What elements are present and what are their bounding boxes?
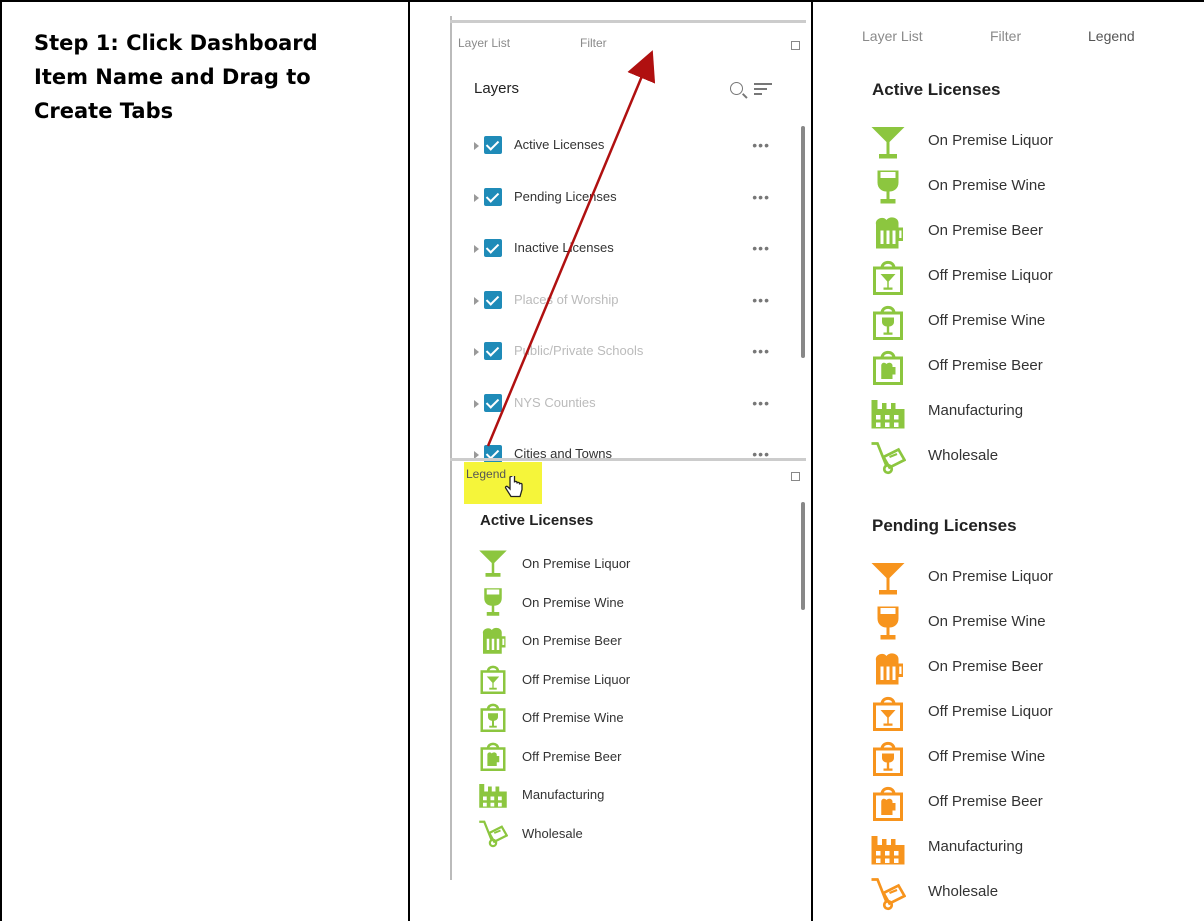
tab-layer-list-after[interactable]: Layer List [862,28,923,44]
legend-item-label: On Premise Liquor [928,132,1054,149]
bagged-martini-icon [873,696,903,731]
bagged-beer-icon [873,350,903,385]
martini-glass-icon [871,563,905,595]
bagged-wine-icon [873,305,903,340]
step-title: Step 1: Click Dashboard Item Name and Dr… [34,31,318,123]
bagged-beer-icon [873,786,903,821]
legend-item-label: On Premise Wine [928,613,1046,630]
legend-item-label: Off Premise Liquor [928,267,1053,284]
screenshot-before: Layer List Filter Layers Active Licenses… [440,16,806,880]
legend-item-label: Off Premise Wine [928,312,1046,329]
legend-group-heading: Active Licenses [872,80,1001,99]
tab-filter-after[interactable]: Filter [990,28,1021,44]
bagged-wine-icon [873,741,903,776]
wine-glass-icon [877,606,899,640]
legend-item-label: Manufacturing [928,838,1024,855]
table-column-divider-1 [408,0,410,921]
drag-arrow [486,50,656,447]
table-border-left [0,0,2,921]
tab-bar-after: Layer List Filter Legend [846,28,1204,50]
legend-item-label: Off Premise Wine [928,748,1046,765]
screenshot-after: Layer List Filter Legend Active Licenses… [846,16,1204,921]
factory-icon [871,836,905,865]
hand-truck-icon [871,442,906,475]
legend-group-heading: Pending Licenses [872,516,1017,535]
legend-item-label: Off Premise Beer [928,357,1043,374]
legend-item-label: On Premise Liquor [928,568,1054,585]
wine-glass-icon [877,170,899,204]
tab-legend-after[interactable]: Legend [1088,28,1135,44]
factory-icon [871,400,905,429]
table-border-top [0,0,1204,2]
hand-truck-icon [871,878,906,911]
martini-glass-icon [871,127,905,159]
legend-item-label: On Premise Beer [928,658,1044,675]
legend-item-label: On Premise Beer [928,222,1044,239]
beer-mug-icon [875,653,903,685]
legend-item-label: On Premise Wine [928,177,1046,194]
beer-mug-icon [875,217,903,249]
legend-item-label: Manufacturing [928,402,1024,419]
legend-item-label: Off Premise Liquor [928,703,1053,720]
legend-item-label: Wholesale [928,447,999,464]
table-column-divider-2 [811,0,813,921]
legend-item-label: Wholesale [928,883,999,900]
legend-item-label: Off Premise Beer [928,793,1043,810]
bagged-martini-icon [873,260,903,295]
